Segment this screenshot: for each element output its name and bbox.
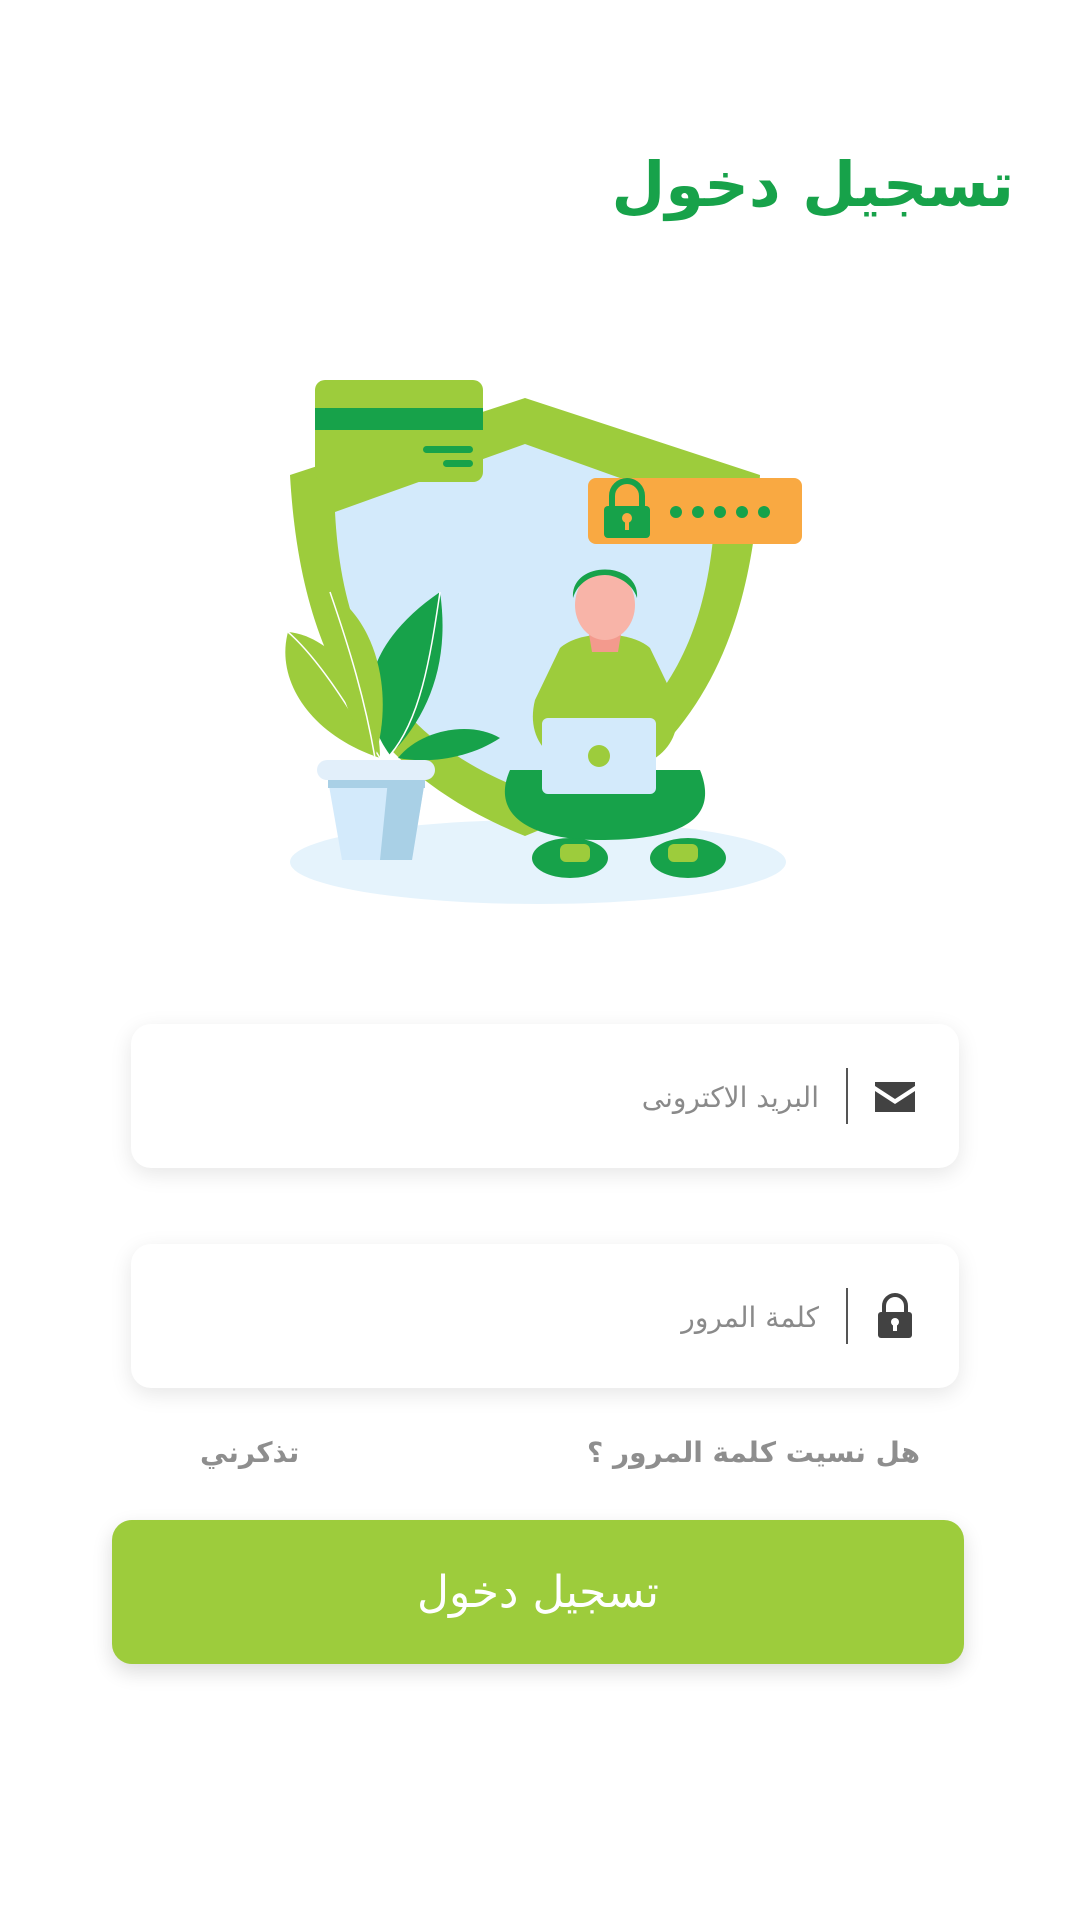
illustration-svg — [285, 380, 802, 904]
envelope-icon — [875, 1082, 915, 1112]
email-field[interactable] — [131, 1024, 959, 1170]
laptop-icon — [542, 718, 656, 794]
field-divider — [846, 1068, 848, 1124]
page-title: تسجيل دخول — [611, 148, 1014, 221]
password-input[interactable] — [217, 1244, 821, 1390]
password-badge — [588, 478, 802, 544]
field-divider — [846, 1288, 848, 1344]
email-input[interactable] — [217, 1024, 821, 1170]
security-illustration — [270, 360, 810, 920]
remember-me-toggle[interactable]: تذكرني — [200, 1436, 299, 1469]
form-options: هل نسيت كلمة المرور ؟ تذكرني — [0, 1436, 1080, 1486]
login-button[interactable]: تسجيل دخول — [112, 1520, 964, 1664]
forgot-password-link[interactable]: هل نسيت كلمة المرور ؟ — [587, 1436, 920, 1469]
credit-card-icon — [315, 380, 483, 482]
password-field[interactable] — [131, 1244, 959, 1390]
lock-icon — [878, 1293, 912, 1338]
